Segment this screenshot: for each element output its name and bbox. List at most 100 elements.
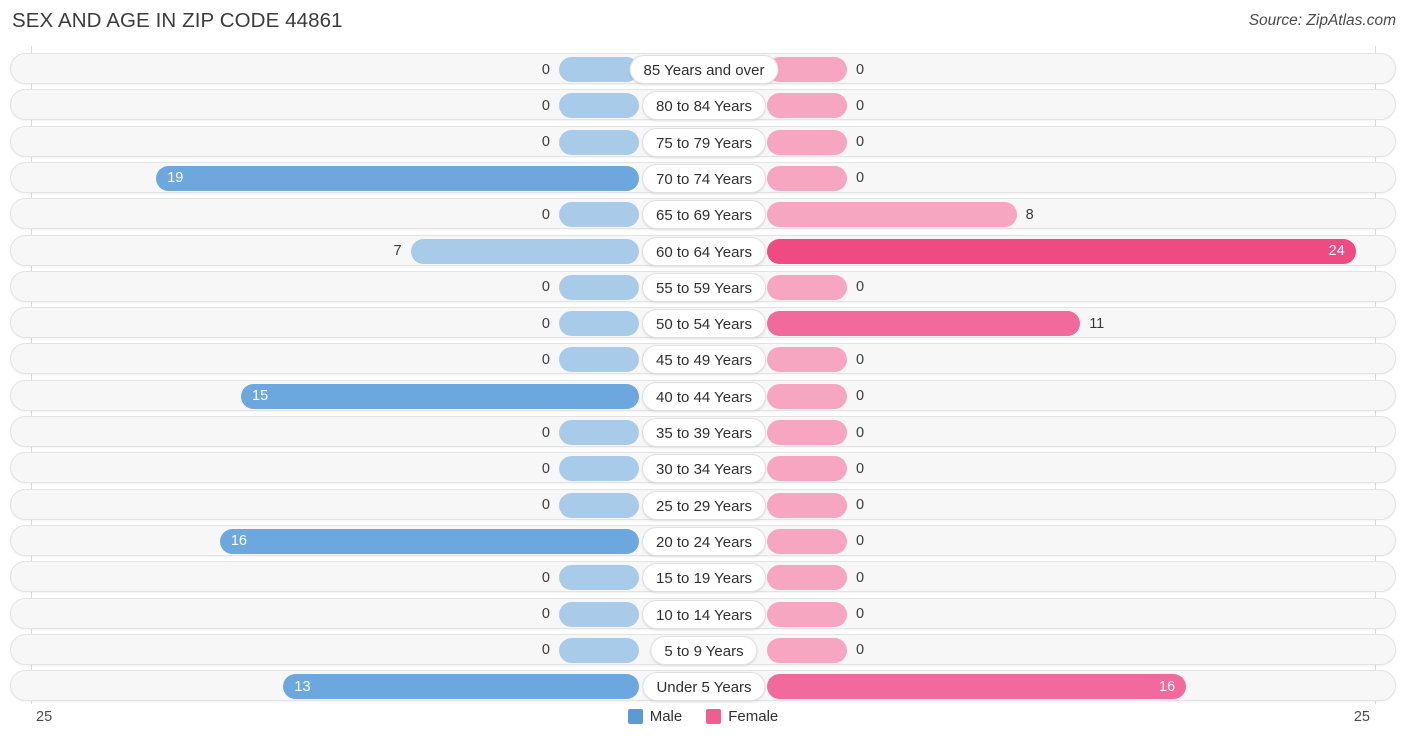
age-group-label: 65 to 69 Years [642, 200, 766, 230]
legend-item-male[interactable]: Male [627, 708, 682, 725]
bar-male[interactable]: 0 [542, 601, 639, 627]
age-group-label: 45 to 49 Years [642, 345, 766, 375]
bar-male[interactable]: 0 [542, 420, 639, 445]
age-group-label: 60 to 64 Years [642, 236, 766, 266]
bar-value-female: 0 [856, 97, 865, 114]
page-title: SEX AND AGE IN ZIP CODE 44861 [12, 9, 343, 32]
table-row[interactable]: 0 0 80 to 84 Years [10, 89, 1396, 121]
bar-male[interactable]: 0 [542, 565, 639, 591]
bar-male[interactable]: 0 [542, 311, 639, 337]
bar-female[interactable]: 0 [767, 347, 864, 373]
bar-value-male: 16 [230, 533, 247, 550]
age-group-label: 30 to 34 Years [642, 454, 766, 484]
bar-male[interactable]: 16 [219, 528, 639, 554]
bar-value-male: 19 [167, 170, 184, 187]
age-group-label: 75 to 79 Years [642, 127, 766, 157]
bar-female[interactable]: 0 [767, 57, 864, 82]
bar-value-female: 0 [856, 387, 865, 404]
bar-female[interactable]: 11 [767, 311, 1104, 337]
bar-value-female: 0 [856, 279, 865, 296]
table-row[interactable]: 15 0 40 to 44 Years [10, 379, 1396, 411]
legend-swatch-icon [706, 709, 722, 724]
table-row[interactable]: 0 0 35 to 39 Years [10, 416, 1396, 447]
bar-female[interactable]: 0 [767, 492, 864, 518]
table-row[interactable]: 0 0 45 to 49 Years [10, 343, 1396, 375]
bar-male[interactable]: 15 [241, 383, 639, 409]
bar-female[interactable]: 0 [767, 601, 864, 627]
bar-male[interactable]: 7 [394, 238, 639, 264]
legend-label: Female [728, 708, 779, 725]
bar-female[interactable]: 24 [767, 238, 1356, 264]
chart-footer: 25 25 Male Female [0, 704, 1406, 740]
bar-male[interactable]: 0 [542, 347, 639, 373]
bar-value-female: 0 [856, 569, 865, 586]
bar-value-male: 0 [541, 424, 550, 441]
bar-value-female: 0 [856, 133, 865, 150]
age-group-label: 40 to 44 Years [642, 381, 766, 411]
bar-female[interactable]: 0 [767, 528, 864, 554]
bar-male[interactable]: 0 [542, 129, 639, 155]
bar-female[interactable]: 0 [767, 383, 864, 409]
bar-male[interactable]: 0 [542, 637, 639, 663]
bar-male[interactable]: 13 [283, 674, 639, 700]
age-group-label: 55 to 59 Years [642, 272, 766, 302]
bar-value-female: 0 [856, 642, 865, 659]
table-row[interactable]: 19 0 70 to 74 Years [10, 161, 1396, 193]
age-group-label: 70 to 74 Years [642, 163, 766, 193]
bar-value-female: 0 [856, 61, 865, 78]
table-row[interactable]: 0 8 65 to 69 Years [10, 198, 1396, 230]
bar-female[interactable]: 8 [767, 202, 1034, 228]
bar-female[interactable]: 0 [767, 274, 864, 300]
bar-value-female: 0 [856, 496, 865, 513]
age-group-label: 85 Years and over [629, 55, 779, 84]
table-row[interactable]: 0 0 55 to 59 Years [10, 270, 1396, 302]
bar-value-male: 0 [541, 279, 550, 296]
chart-header: SEX AND AGE IN ZIP CODE 44861 Source: Zi… [0, 0, 1406, 46]
bar-female[interactable]: 0 [767, 456, 864, 482]
chart-plot-area: 0 0 85 Years and over 0 0 80 to 84 Years 0 0 75 … [0, 46, 1406, 704]
bar-value-female: 0 [856, 460, 865, 477]
table-row[interactable]: 0 0 75 to 79 Years [10, 125, 1396, 157]
bar-female[interactable]: 0 [767, 637, 864, 663]
bar-value-female: 0 [856, 351, 865, 368]
bar-value-female: 8 [1025, 206, 1034, 223]
table-row[interactable]: 0 0 15 to 19 Years [10, 561, 1396, 593]
age-group-label: 20 to 24 Years [642, 526, 766, 556]
bar-value-male: 15 [252, 387, 269, 404]
chart-legend: Male Female [0, 708, 1406, 725]
bar-female[interactable]: 0 [767, 420, 864, 445]
bar-female[interactable]: 0 [767, 565, 864, 591]
bar-value-male: 0 [541, 315, 550, 332]
bar-female[interactable]: 16 [767, 674, 1187, 700]
table-row[interactable]: 0 11 50 to 54 Years [10, 307, 1396, 339]
bar-female[interactable]: 0 [767, 129, 864, 155]
bar-male[interactable]: 0 [542, 202, 639, 228]
bar-male[interactable]: 0 [542, 57, 639, 82]
legend-item-female[interactable]: Female [706, 708, 778, 725]
bar-female[interactable]: 0 [767, 93, 864, 119]
table-row[interactable]: 0 0 5 to 9 Years [10, 633, 1396, 665]
bar-value-male: 0 [541, 605, 550, 622]
bar-value-male: 0 [541, 569, 550, 586]
bar-male[interactable]: 19 [156, 165, 639, 191]
table-row[interactable]: 0 0 85 Years and over [10, 53, 1396, 84]
bar-value-female: 24 [1328, 242, 1345, 259]
bar-value-female: 0 [856, 424, 865, 441]
bar-value-male: 0 [541, 97, 550, 114]
age-group-label: 25 to 29 Years [642, 490, 766, 520]
table-row[interactable]: 13 16 Under 5 Years [10, 670, 1396, 702]
table-row[interactable]: 0 0 10 to 14 Years [10, 597, 1396, 629]
table-row[interactable]: 0 0 25 to 29 Years [10, 488, 1396, 520]
bar-male[interactable]: 0 [542, 274, 639, 300]
bar-value-female: 16 [1159, 678, 1176, 695]
bar-value-female: 11 [1089, 315, 1105, 332]
table-row[interactable]: 16 0 20 to 24 Years [10, 524, 1396, 556]
bar-male[interactable]: 0 [542, 93, 639, 119]
bar-male[interactable]: 0 [542, 456, 639, 482]
bar-value-male: 0 [541, 460, 550, 477]
bar-female[interactable]: 0 [767, 165, 864, 191]
bar-value-male: 0 [541, 351, 550, 368]
table-row[interactable]: 7 24 60 to 64 Years [10, 234, 1396, 266]
bar-male[interactable]: 0 [542, 492, 639, 518]
table-row[interactable]: 0 0 30 to 34 Years [10, 452, 1396, 484]
